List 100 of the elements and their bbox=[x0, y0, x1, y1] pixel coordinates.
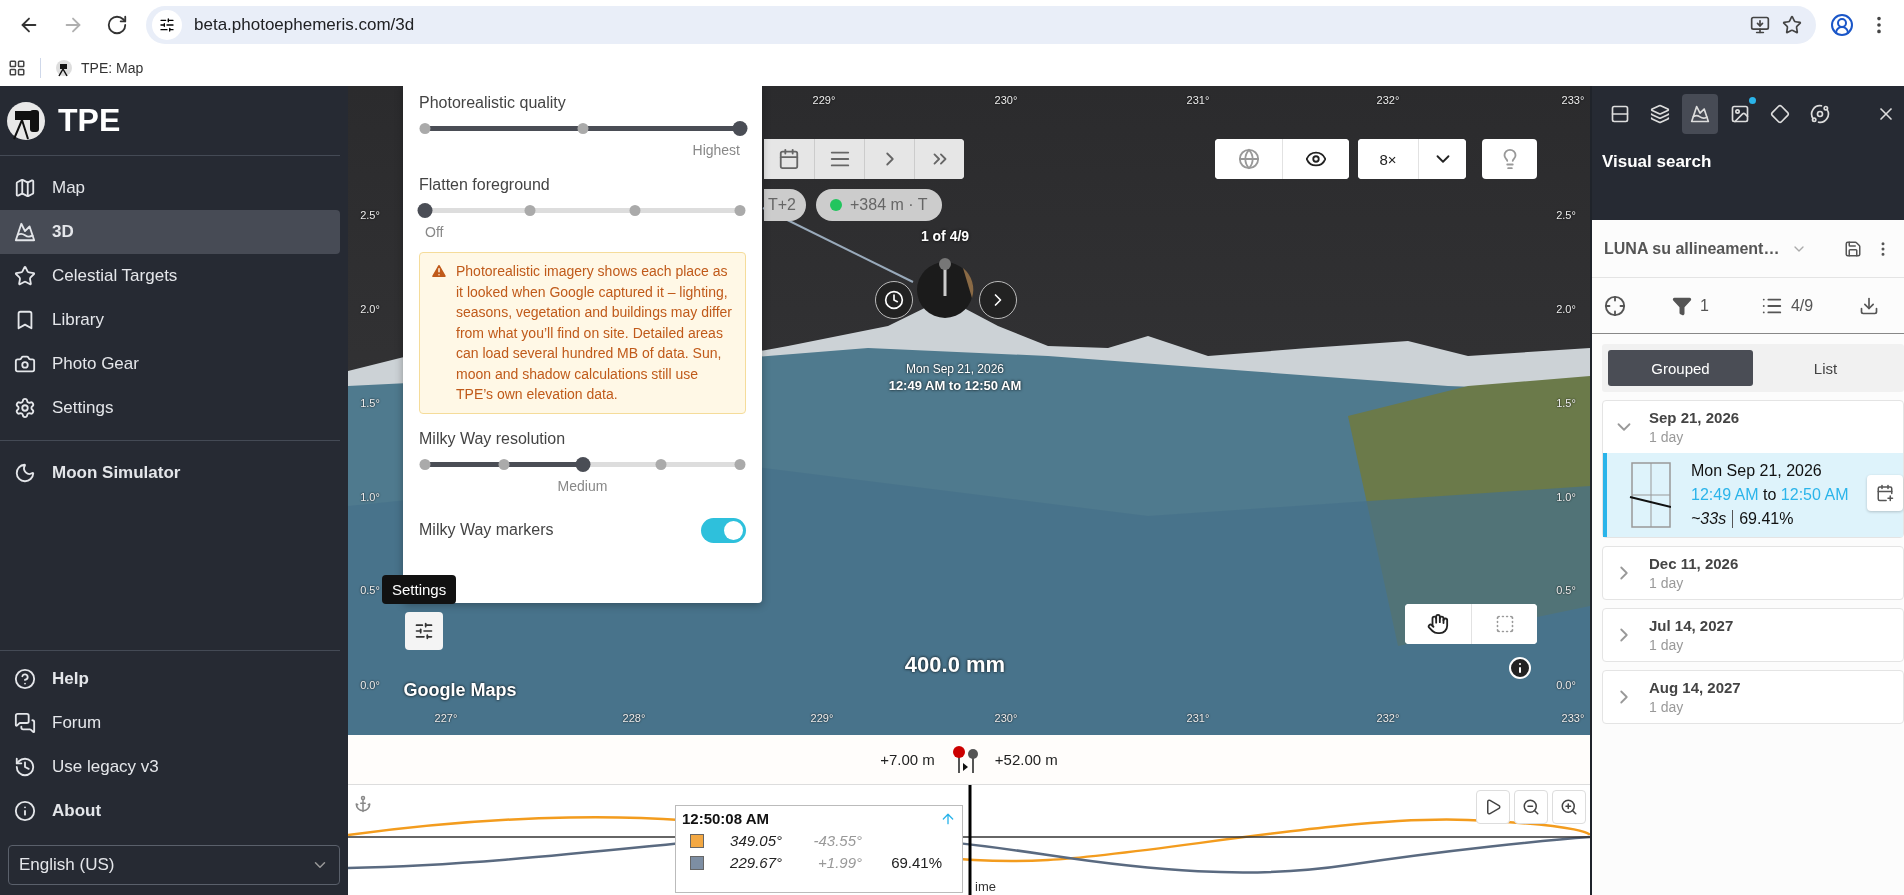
profile-icon[interactable] bbox=[1830, 13, 1854, 37]
view-mode-tab[interactable]: Grouped bbox=[1608, 350, 1753, 386]
next-button[interactable] bbox=[979, 281, 1017, 319]
event-date: Mon Sep 21, 2026 bbox=[905, 362, 1005, 376]
panel-tab[interactable] bbox=[1682, 94, 1718, 134]
offset-chip[interactable]: T+2 bbox=[764, 189, 806, 221]
axis-label: 1.0° bbox=[1556, 491, 1576, 503]
sidebar-item[interactable]: Map bbox=[0, 166, 340, 210]
slider-stop[interactable] bbox=[734, 205, 746, 216]
sidebar-item[interactable]: Settings bbox=[0, 386, 340, 430]
axis-label: 0.0° bbox=[360, 679, 380, 691]
add-to-calendar-button[interactable] bbox=[1867, 475, 1903, 511]
calendar-button[interactable] bbox=[764, 139, 814, 179]
sidebar-item[interactable]: 3D bbox=[0, 210, 340, 254]
apps-icon[interactable] bbox=[8, 59, 26, 77]
slider-stop[interactable] bbox=[577, 123, 588, 134]
axis-label: 230° bbox=[994, 712, 1018, 724]
group-header[interactable]: Dec 11, 2026 1 day bbox=[1603, 547, 1903, 599]
address-bar[interactable]: beta.photoephemeris.com/3d bbox=[146, 6, 1816, 44]
axis-label: 227° bbox=[434, 712, 458, 724]
eye-button[interactable] bbox=[1282, 139, 1349, 179]
axis-label: ime bbox=[975, 879, 996, 894]
toggle-switch[interactable] bbox=[701, 517, 746, 543]
group-header[interactable]: Aug 14, 2027 1 day bbox=[1603, 671, 1903, 723]
offset-chip[interactable]: +384 m · T bbox=[816, 189, 942, 221]
axis-label: 0.5° bbox=[1556, 584, 1576, 596]
zoom-out-button[interactable] bbox=[1514, 790, 1548, 824]
sidebar-item[interactable]: Help bbox=[0, 657, 348, 701]
slider-stop[interactable] bbox=[655, 458, 667, 470]
view-mode-tab[interactable]: List bbox=[1753, 350, 1898, 386]
zoom-in-icon bbox=[1560, 798, 1578, 816]
clock-button[interactable] bbox=[875, 281, 913, 319]
search-name[interactable]: LUNA su allineament… bbox=[1604, 239, 1780, 258]
play-button[interactable] bbox=[1476, 790, 1510, 824]
sidebar-item[interactable]: Moon Simulator bbox=[0, 451, 348, 495]
result-duration: ~33s bbox=[1691, 510, 1734, 528]
sidebar-item[interactable]: About bbox=[0, 789, 348, 833]
crosshair-icon[interactable] bbox=[1604, 294, 1626, 317]
illumination-value: 69.41% bbox=[890, 854, 942, 871]
save-icon[interactable] bbox=[1844, 239, 1862, 258]
panel-title: Visual search bbox=[1602, 152, 1713, 172]
results-button[interactable]: 4/9 bbox=[1754, 293, 1820, 318]
slider-stop[interactable] bbox=[419, 458, 431, 470]
result-item[interactable]: Mon Sep 21, 2026 12:49 AM to 12:50 AM ~33s 69.41% bbox=[1603, 453, 1903, 537]
zoom-in-button[interactable] bbox=[1552, 790, 1586, 824]
sidebar-item[interactable]: Photo Gear bbox=[0, 342, 340, 386]
dropdown-button[interactable] bbox=[1418, 139, 1466, 179]
photographer-logo-icon bbox=[6, 100, 46, 141]
axis-label: 233° bbox=[1561, 94, 1585, 106]
axis-label: 229° bbox=[810, 712, 834, 724]
setting-label: Milky Way resolution bbox=[419, 429, 567, 448]
slider-thumb[interactable] bbox=[417, 203, 433, 218]
axis-label: 231° bbox=[1186, 94, 1210, 106]
slider-stop[interactable] bbox=[524, 205, 536, 216]
slider-stop[interactable] bbox=[498, 458, 510, 470]
sliders-icon bbox=[159, 17, 175, 33]
group-header[interactable]: Jul 14, 2027 1 day bbox=[1603, 609, 1903, 661]
axis-label: 2.5° bbox=[1556, 209, 1576, 221]
settings-tooltip: Settings bbox=[382, 575, 457, 604]
time-cursor[interactable] bbox=[968, 785, 972, 895]
history-icon bbox=[14, 756, 36, 778]
pins-icon bbox=[950, 744, 979, 775]
planet-icon bbox=[1810, 104, 1830, 124]
layers-icon bbox=[1650, 104, 1670, 124]
bookmark-star-icon[interactable] bbox=[1782, 15, 1802, 35]
axis-label: 0.5° bbox=[360, 584, 380, 596]
slider-thumb[interactable] bbox=[732, 121, 748, 136]
slider-thumb[interactable] bbox=[575, 456, 590, 472]
axis-label: 231° bbox=[1186, 712, 1210, 724]
slider-stop[interactable] bbox=[419, 123, 431, 134]
slider[interactable] bbox=[419, 120, 746, 136]
map-attribution: Google Maps bbox=[403, 680, 517, 701]
setting-label: Milky Way markers bbox=[419, 521, 554, 539]
slider-stop[interactable] bbox=[734, 458, 746, 470]
sidebar-item[interactable]: Celestial Targets bbox=[0, 254, 340, 298]
sidebar-item[interactable]: Forum bbox=[0, 701, 348, 745]
sidebar-item[interactable]: Use legacy v3 bbox=[0, 745, 348, 789]
zoom-out-icon bbox=[1522, 798, 1540, 816]
slider-value: Medium bbox=[557, 477, 608, 494]
altitude-value: +1.99° bbox=[817, 854, 862, 871]
bookmark-link[interactable]: TPE: Map bbox=[55, 59, 144, 77]
settings-button[interactable] bbox=[405, 612, 443, 650]
slider-stop[interactable] bbox=[629, 205, 641, 216]
language-select[interactable]: English (US) bbox=[8, 845, 340, 885]
sidebar-item[interactable]: Library bbox=[0, 298, 340, 342]
double-chevron-button[interactable] bbox=[914, 139, 964, 179]
slider-value: Highest bbox=[692, 142, 740, 158]
brand-name: TPE bbox=[58, 102, 121, 139]
site-info-button[interactable] bbox=[152, 10, 182, 40]
filter-button[interactable]: 1 bbox=[1666, 294, 1715, 317]
axis-label: 1.5° bbox=[360, 397, 380, 409]
slider[interactable] bbox=[419, 455, 746, 472]
download-icon[interactable] bbox=[1859, 295, 1880, 316]
list-button[interactable] bbox=[814, 139, 864, 179]
group-header[interactable]: Sep 21, 2026 1 day bbox=[1603, 401, 1903, 453]
anchor-icon[interactable] bbox=[354, 795, 372, 813]
slider[interactable] bbox=[419, 202, 746, 218]
help-icon bbox=[14, 668, 36, 690]
info-icon bbox=[14, 800, 36, 822]
install-app-icon[interactable] bbox=[1750, 15, 1770, 35]
